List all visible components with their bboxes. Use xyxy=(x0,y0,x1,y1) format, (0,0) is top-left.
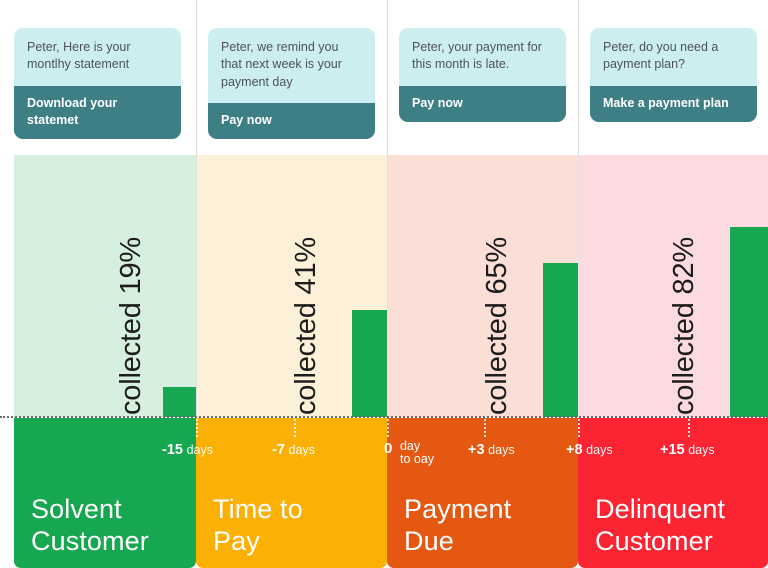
day-mark-value: -7 xyxy=(272,442,285,458)
column-separator xyxy=(196,0,197,155)
plot-column-payment-due: collected 65% xyxy=(388,155,578,417)
category-label: Time to Pay xyxy=(213,494,303,556)
bubble-cta-button[interactable]: Make a payment plan xyxy=(590,85,757,122)
bubble-cta-button[interactable]: Pay now xyxy=(399,85,566,122)
chart-plot-area: collected 19% collected 41% collected 65… xyxy=(0,155,768,417)
collected-label: collected 65% xyxy=(481,237,513,415)
dunning-timeline-infographic: Peter, Here is your montlhy statement Do… xyxy=(0,0,768,568)
day-mark-unit: day xyxy=(399,439,421,453)
bubble-tail-icon xyxy=(590,42,592,55)
bubble-time-to-pay[interactable]: Peter, we remind you that next week is y… xyxy=(208,28,375,139)
day-mark-unit: days xyxy=(586,443,613,457)
category-solvent: Solvent Customer xyxy=(14,480,196,568)
category-label: Payment Due xyxy=(404,494,512,556)
day-mark-value: +15 xyxy=(660,442,685,458)
category-label: Solvent Customer xyxy=(31,494,149,556)
day-mark-value: +8 xyxy=(566,442,583,458)
timeline-band: -15 days -7 days 0 day to oay +3 days +8 … xyxy=(0,418,768,480)
day-mark-0: 0 day to oay xyxy=(384,439,435,467)
plot-column-delinquent: collected 82% xyxy=(579,155,768,417)
day-mark-unit: days xyxy=(186,443,213,457)
collected-label: collected 82% xyxy=(668,237,700,415)
day-mark-unit: days xyxy=(688,443,715,457)
bar-time-to-pay xyxy=(352,310,387,417)
bubble-tail-icon xyxy=(208,42,210,55)
category-time-to-pay: Time to Pay xyxy=(196,480,387,568)
column-separator xyxy=(387,0,388,155)
collected-label: collected 19% xyxy=(115,237,147,415)
timeline-tick xyxy=(484,419,486,437)
day-mark-unit: days xyxy=(488,443,515,457)
category-label: Delinquent Customer xyxy=(595,494,726,556)
day-mark-+8: +8 days xyxy=(566,442,613,458)
day-mark-value: 0 xyxy=(384,440,393,457)
column-separator xyxy=(578,0,579,155)
bubble-tail-icon xyxy=(399,42,401,55)
plot-column-solvent: collected 19% xyxy=(14,155,196,417)
plot-column-separator xyxy=(196,155,197,417)
plot-column-separator xyxy=(387,155,388,417)
day-mark-+15: +15 days xyxy=(660,442,715,458)
bubble-message: Peter, we remind you that next week is y… xyxy=(221,40,342,89)
day-mark--7: -7 days xyxy=(272,442,315,458)
day-mark-unit: days xyxy=(288,443,315,457)
bar-payment-due xyxy=(543,263,578,417)
timeline-tick xyxy=(688,419,690,437)
day-mark--15: -15 days xyxy=(162,442,213,458)
plot-column-separator xyxy=(578,155,579,417)
bubble-message: Peter, your payment for this month is la… xyxy=(412,40,542,72)
timeline-tick xyxy=(578,419,580,437)
timeline-tick xyxy=(196,419,198,437)
category-band: Solvent Customer Time to Pay Payment Due… xyxy=(0,480,768,568)
timeline-tick xyxy=(387,419,389,437)
collected-label: collected 41% xyxy=(290,237,322,415)
day-mark-value: +3 xyxy=(468,442,485,458)
day-mark-unit-line2: to oay xyxy=(399,452,435,467)
plot-column-time-to-pay: collected 41% xyxy=(197,155,387,417)
bubble-cta-button[interactable]: Download your statemet xyxy=(14,85,181,139)
bubble-payment-due[interactable]: Peter, your payment for this month is la… xyxy=(399,28,566,122)
day-mark-+3: +3 days xyxy=(468,442,515,458)
day-mark-value: -15 xyxy=(162,442,183,458)
category-payment-due: Payment Due xyxy=(387,480,578,568)
bubble-solvent[interactable]: Peter, Here is your montlhy statement Do… xyxy=(14,28,181,139)
bubble-delinquent[interactable]: Peter, do you need a payment plan? Make … xyxy=(590,28,757,122)
bubble-cta-button[interactable]: Pay now xyxy=(208,102,375,139)
bar-solvent xyxy=(163,387,196,417)
day-mark-unit-stacked: day to oay xyxy=(399,439,435,467)
bubble-message: Peter, Here is your montlhy statement xyxy=(27,40,131,72)
bar-delinquent xyxy=(730,227,768,417)
category-delinquent: Delinquent Customer xyxy=(578,480,768,568)
bubble-tail-icon xyxy=(14,42,16,55)
timeline-tick xyxy=(294,419,296,437)
bubble-message: Peter, do you need a payment plan? xyxy=(603,40,719,72)
